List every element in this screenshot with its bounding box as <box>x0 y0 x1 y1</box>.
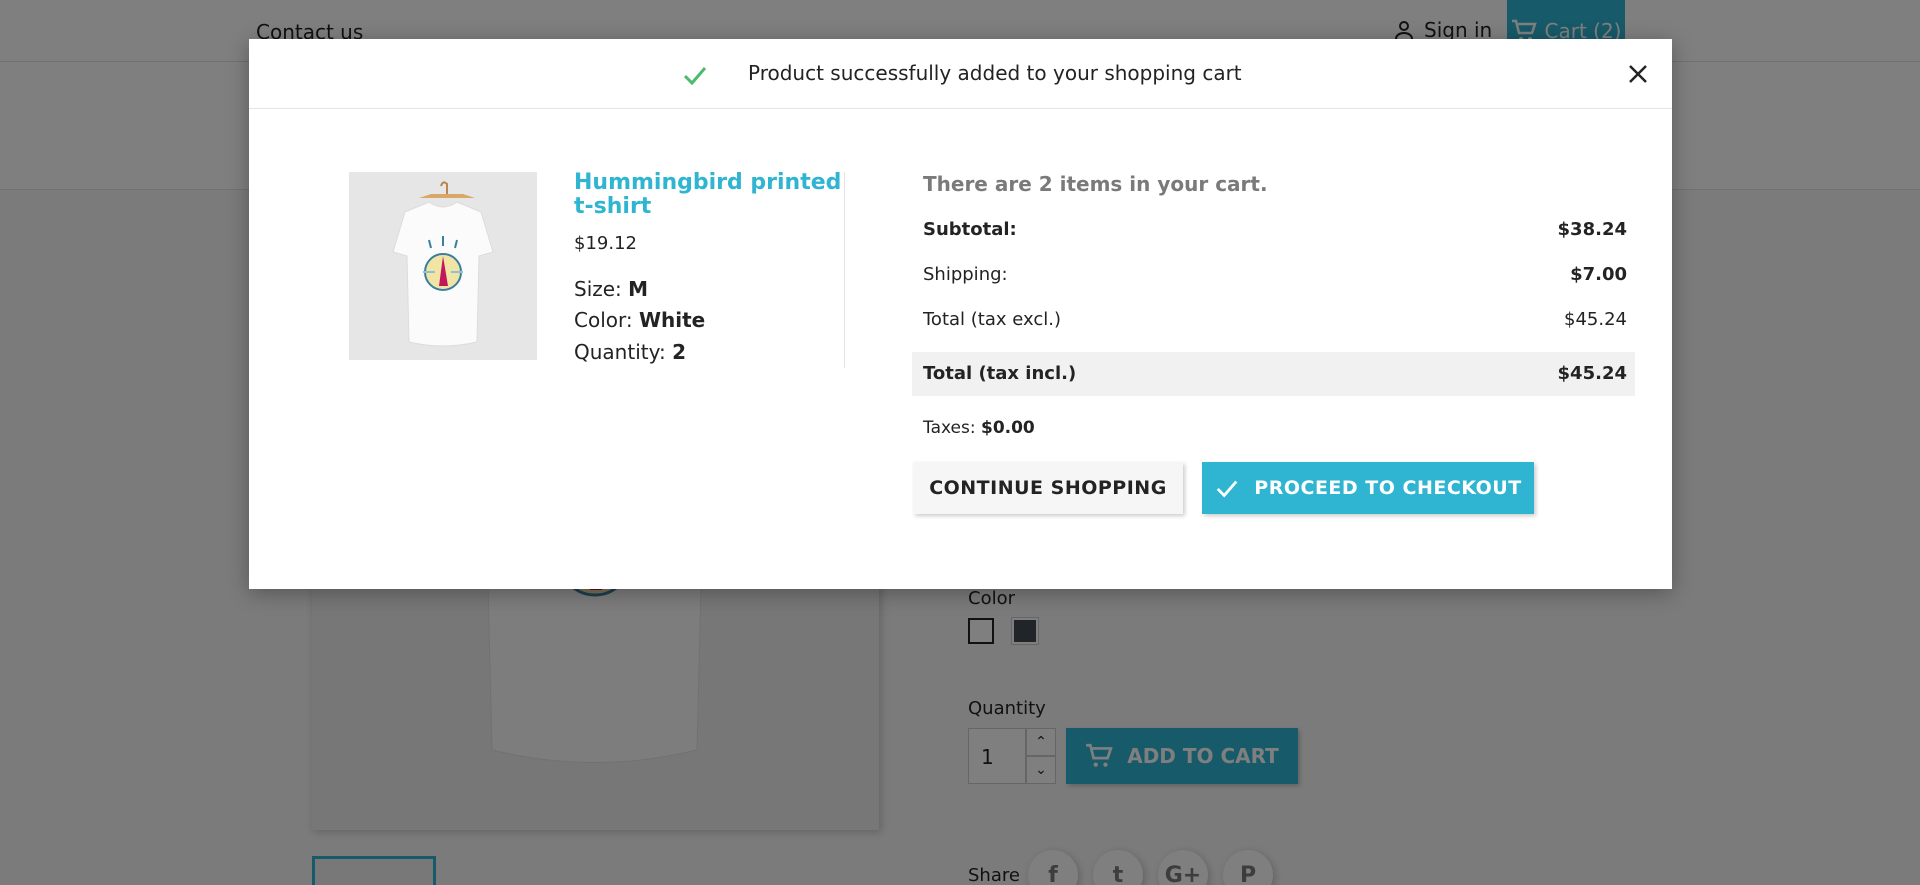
modal-header: Product successfully added to your shopp… <box>249 39 1672 109</box>
subtotal-row: Subtotal: $38.24 <box>923 219 1627 240</box>
total-tax-excl-row: Total (tax excl.) $45.24 <box>923 309 1627 330</box>
total-tax-excl-label: Total (tax excl.) <box>923 309 1061 330</box>
total-tax-excl-value: $45.24 <box>1564 309 1627 330</box>
proceed-to-checkout-label: PROCEED TO CHECKOUT <box>1254 477 1522 499</box>
size-label: Size: <box>574 277 622 301</box>
total-tax-incl-value: $45.24 <box>1557 363 1627 384</box>
checkmark-icon <box>683 67 707 86</box>
tshirt-thumbnail <box>349 172 537 360</box>
continue-shopping-button[interactable]: CONTINUE SHOPPING <box>913 462 1183 514</box>
modal-product-image <box>349 172 537 360</box>
subtotal-value: $38.24 <box>1557 219 1627 240</box>
shipping-value: $7.00 <box>1570 264 1627 285</box>
color-value: White <box>638 308 706 332</box>
total-tax-incl-row: Total (tax incl.) $45.24 <box>923 363 1627 384</box>
proceed-to-checkout-button[interactable]: PROCEED TO CHECKOUT <box>1202 462 1534 514</box>
color-label: Color: <box>574 308 633 332</box>
cart-item-count: There are 2 items in your cart. <box>923 172 1268 196</box>
taxes-label: Taxes: <box>923 418 976 438</box>
checkmark-icon <box>1217 480 1238 498</box>
total-tax-incl-label: Total (tax incl.) <box>923 363 1077 384</box>
size-value: M <box>628 277 649 301</box>
quantity-value: 2 <box>672 340 686 364</box>
product-price: $19.12 <box>574 233 637 254</box>
product-color: Color: White <box>574 308 705 332</box>
product-size: Size: M <box>574 277 648 301</box>
shipping-row: Shipping: $7.00 <box>923 264 1627 285</box>
close-icon[interactable] <box>1623 59 1653 89</box>
taxes-value: $0.00 <box>980 418 1035 438</box>
add-to-cart-modal: Product successfully added to your shopp… <box>249 39 1672 589</box>
continue-shopping-label: CONTINUE SHOPPING <box>929 477 1167 499</box>
product-name: Hummingbird printed t-shirt <box>574 170 842 219</box>
modal-divider <box>844 172 845 368</box>
quantity-label: Quantity: <box>574 340 666 364</box>
shipping-label: Shipping: <box>923 264 1008 285</box>
modal-title: Product successfully added to your shopp… <box>748 61 1242 85</box>
subtotal-label: Subtotal: <box>923 219 1017 240</box>
taxes-row: Taxes: $0.00 <box>923 418 1035 438</box>
product-quantity: Quantity: 2 <box>574 340 686 364</box>
